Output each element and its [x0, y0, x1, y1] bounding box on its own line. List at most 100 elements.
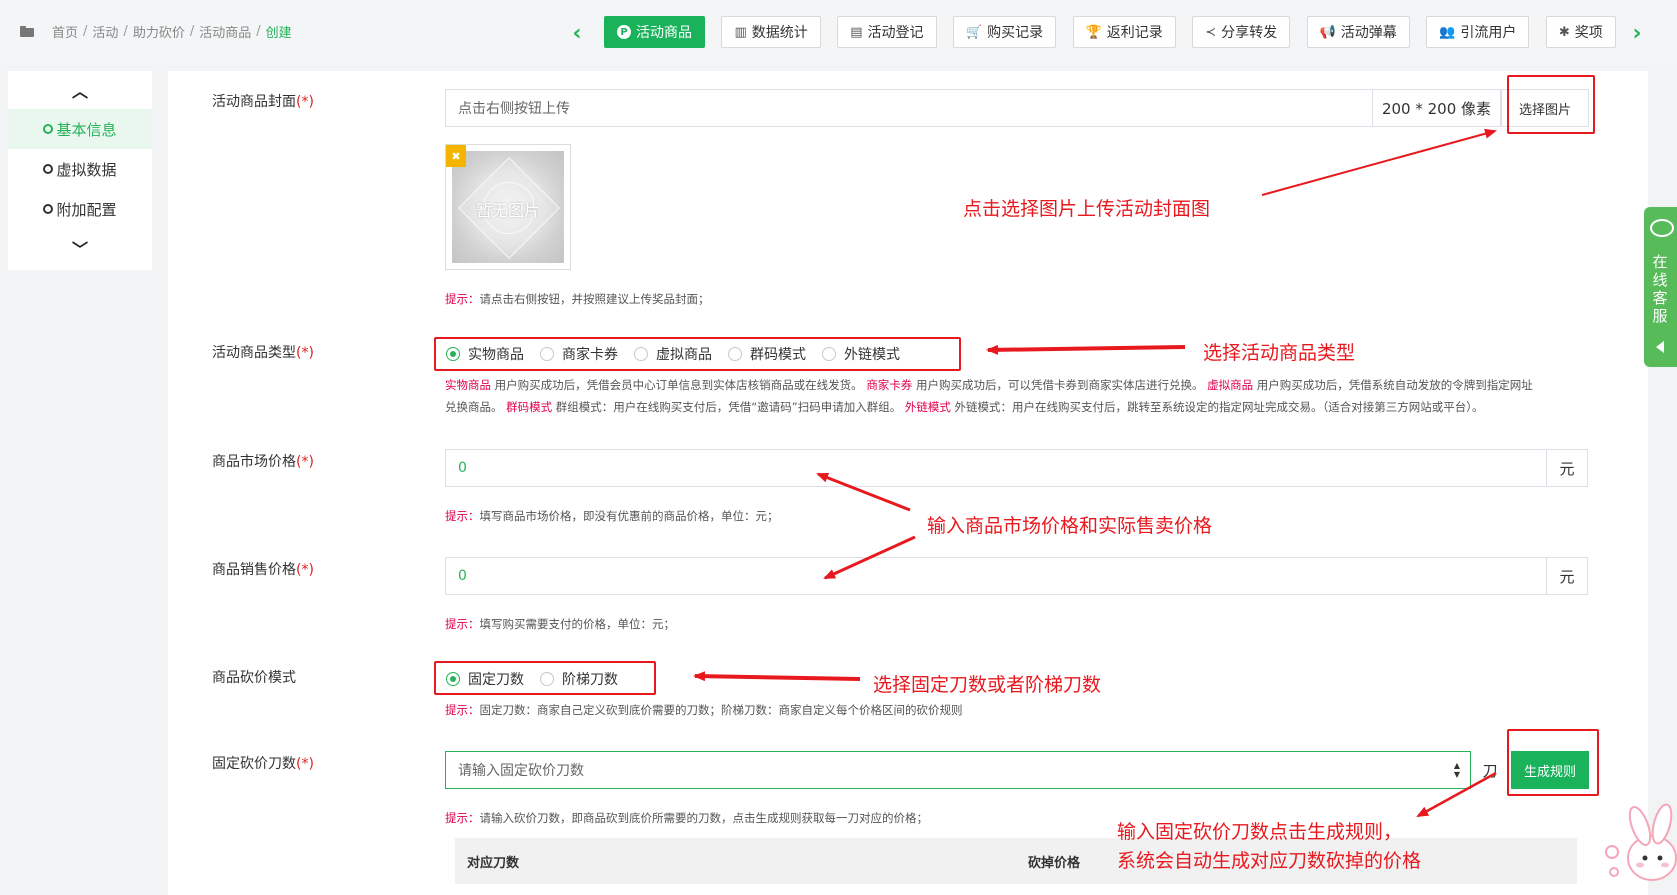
- breadcrumb: 首页 / 活动 / 助力砍价 / 活动商品 / 创建: [20, 22, 292, 41]
- mascot-image: [1605, 803, 1677, 881]
- label-text: 固定砍价刀数: [212, 756, 296, 772]
- tab-label: 购买记录: [987, 25, 1044, 41]
- spinner-up-icon[interactable]: ▲: [1454, 761, 1460, 770]
- tab-label: 活动弹幕: [1340, 25, 1397, 41]
- tab-label: 活动登记: [867, 25, 924, 41]
- desc-text: 外链模式：用户在线购买支付后，跳转至系统设定的指定网址完成交易。（适合对接第三方…: [950, 400, 1484, 414]
- sidenav-item-extra-config[interactable]: 附加配置: [8, 189, 152, 229]
- chevron-left-icon[interactable]: ‹: [568, 20, 586, 46]
- breadcrumb-products[interactable]: 活动商品: [199, 22, 251, 41]
- top-bar: 首页 / 活动 / 助力砍价 / 活动商品 / 创建 ‹ P 活动商品 ▥ 数据统计 ▤ 活动…: [0, 0, 1677, 64]
- market-price-input[interactable]: 0: [445, 449, 1548, 487]
- chevron-down-icon[interactable]: ﹀: [8, 229, 152, 267]
- desc-text: 用户购买成功后，凭借会员中心订单信息到实体店核销商品或在线发货。: [491, 378, 867, 392]
- tab-label: 活动商品: [636, 25, 692, 41]
- hint-text: 固定刀数：商家自己定义砍到底价需要的刀数；阶梯刀数：商家自定义每个价格区间的砍价…: [479, 703, 963, 717]
- tab-label: 分享转发: [1221, 25, 1278, 41]
- hint-key: 提示：: [445, 509, 480, 523]
- p-circle-icon: P: [617, 25, 631, 39]
- online-service-button[interactable]: 在线客服: [1644, 207, 1677, 367]
- column-header-cuts: 对应刀数: [467, 855, 520, 871]
- desc-text: 用户购买成功后，可以凭借卡券到商家实体店进行兑换。: [912, 378, 1208, 392]
- annotation-box-select-image: [1507, 75, 1595, 134]
- column-header-price: 砍掉价格: [1028, 855, 1081, 871]
- annotation-rule-line1: 输入固定砍价刀数点击生成规则，: [1117, 821, 1403, 843]
- required-mark: (*): [296, 94, 314, 110]
- tab-prizes[interactable]: ✱ 奖项: [1545, 16, 1616, 48]
- required-mark: (*): [296, 562, 314, 578]
- fixed-cuts-hint: 提示：请输入砍价刀数，即商品砍到底价所需要的刀数，点击生成规则获取每一刀对应的价…: [445, 810, 928, 826]
- tab-label: 数据统计: [751, 25, 808, 41]
- number-spinner[interactable]: ▲ ▼: [1452, 761, 1462, 779]
- circle-icon: [43, 164, 54, 174]
- tab-share-forward[interactable]: ≺ 分享转发: [1192, 16, 1291, 48]
- annotation-price: 输入商品市场价格和实际售卖价格: [927, 515, 1213, 537]
- tab-activity-barrage[interactable]: 📢 活动弹幕: [1306, 16, 1410, 48]
- sale-price-hint: 提示：填写购买需要支付的价格，单位：元；: [445, 616, 675, 632]
- breadcrumb-home[interactable]: 首页: [52, 22, 78, 41]
- tab-referral-users[interactable]: 👥 引流用户: [1426, 16, 1530, 48]
- label-text: 活动商品类型: [212, 345, 296, 361]
- caret-left-icon: [1656, 341, 1664, 353]
- breadcrumb-bargain[interactable]: 助力砍价: [133, 22, 185, 41]
- bar-chart-icon: ▥: [734, 24, 747, 40]
- required-mark: (*): [296, 454, 314, 470]
- annotation-box-generate: [1507, 729, 1599, 796]
- cart-icon: 🛒: [965, 24, 983, 40]
- market-price-hint: 提示：填写商品市场价格，即没有优惠前的商品价格，单位：元；: [445, 508, 779, 524]
- hint-text: 请点击右侧按钮，并按照建议上传奖品封面；: [479, 292, 710, 306]
- breadcrumb-separator: /: [123, 24, 128, 39]
- tab-rebate-records[interactable]: 🏆 返利记录: [1072, 16, 1176, 48]
- hint-text: 填写商品市场价格，即没有优惠前的商品价格，单位：元；: [479, 509, 779, 523]
- annotation-cover: 点击选择图片上传活动封面图: [963, 198, 1211, 220]
- clipboard-icon: ▤: [850, 24, 863, 40]
- sidenav-item-label: 虚拟数据: [56, 160, 117, 179]
- desc-text: 群组模式：用户在线购买支付后，凭借“邀请码”扫码申请加入群组。: [552, 400, 905, 414]
- type-desc-line2: 兑换商品。 群码模式 群组模式：用户在线购买支付后，凭借“邀请码”扫码申请加入群…: [445, 399, 1484, 415]
- bullhorn-icon: 📢: [1319, 24, 1336, 40]
- hint-key: 提示：: [445, 703, 480, 717]
- market-price-unit: 元: [1546, 449, 1588, 487]
- hint-key: 提示：: [445, 811, 480, 825]
- desc-key: 虚拟商品: [1207, 378, 1254, 392]
- tab-label: 引流用户: [1460, 25, 1517, 41]
- desc-key: 实物商品: [445, 378, 491, 392]
- tab-purchase-records[interactable]: 🛒 购买记录: [952, 16, 1057, 48]
- annotation-type: 选择活动商品类型: [1203, 342, 1356, 364]
- mode-label: 商品砍价模式: [212, 670, 296, 686]
- chevron-up-icon[interactable]: ︿: [8, 71, 152, 109]
- annotation-box-type: [434, 337, 961, 371]
- sidenav-item-virtual-data[interactable]: 虚拟数据: [8, 149, 152, 189]
- toolbar-tabs: P 活动商品 ▥ 数据统计 ▤ 活动登记 🛒 购买记录 🏆 返利记录 ≺ 分享转发 📢 活动弹…: [604, 16, 1630, 50]
- no-image-text: 暂无图片: [475, 201, 540, 220]
- cover-thumbnail: 暂无图片 ✖: [445, 144, 571, 270]
- breadcrumb-activity[interactable]: 活动: [92, 22, 118, 41]
- bug-icon: ✱: [1558, 24, 1570, 40]
- cover-url-input[interactable]: 点击右侧按钮上传: [445, 89, 1374, 127]
- label-text: 商品市场价格: [212, 454, 296, 470]
- desc-key: 商家卡券: [866, 378, 913, 392]
- sale-price-input[interactable]: 0: [445, 557, 1548, 595]
- fixed-cuts-label: 固定砍价刀数(*): [212, 753, 314, 773]
- desc-text: 用户购买成功后，凭借系统自动发放的令牌到指定网址: [1253, 378, 1533, 392]
- chevron-right-icon[interactable]: ›: [1628, 20, 1646, 46]
- sidenav-item-label: 基本信息: [56, 120, 117, 139]
- required-mark: (*): [296, 756, 314, 772]
- tab-data-statistics[interactable]: ▥ 数据统计: [721, 16, 821, 48]
- hint-text: 请输入砍价刀数，即商品砍到底价所需要的刀数，点击生成规则获取每一刀对应的价格；: [479, 811, 929, 825]
- spinner-down-icon[interactable]: ▼: [1454, 770, 1460, 779]
- close-icon[interactable]: ✖: [446, 145, 466, 167]
- tab-activity-products[interactable]: P 活动商品: [604, 16, 705, 48]
- tab-activity-registration[interactable]: ▤ 活动登记: [837, 16, 937, 48]
- annotation-rule-line2: 系统会自动生成对应刀数砍掉的价格: [1117, 850, 1422, 872]
- market-price-label: 商品市场价格(*): [212, 451, 314, 471]
- circle-icon: [43, 124, 54, 134]
- breadcrumb-separator: /: [189, 24, 195, 39]
- sidenav-item-basic-info[interactable]: 基本信息: [8, 109, 152, 149]
- annotation-box-mode: [434, 661, 656, 695]
- desc-key: 群码模式: [506, 400, 553, 414]
- cover-label: 活动商品封面(*): [212, 91, 314, 111]
- chat-bubble-icon: [1650, 219, 1674, 237]
- fixed-cuts-input[interactable]: 请输入固定砍价刀数 ▲ ▼: [445, 751, 1471, 789]
- share-icon: ≺: [1205, 24, 1217, 40]
